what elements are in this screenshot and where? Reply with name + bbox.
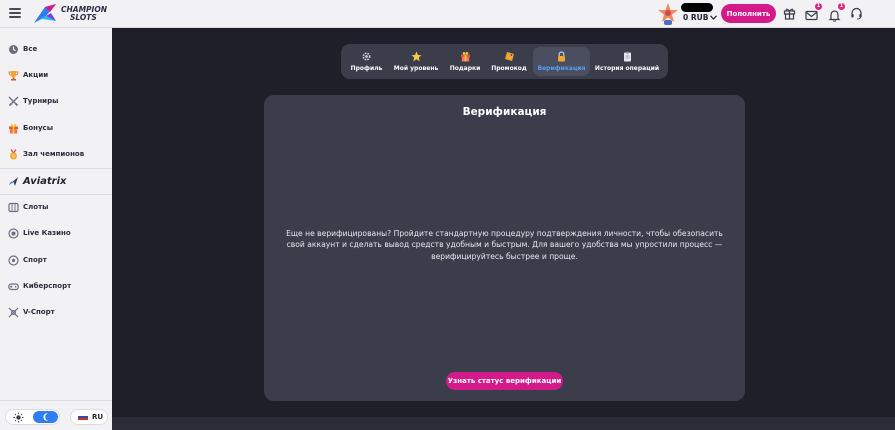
profile-tabs: Профиль Мой уровень Подарки Промокод Вер…: [341, 44, 668, 79]
chevron-down-icon: [710, 15, 718, 20]
sidebar-bottom-bar: RU: [0, 400, 112, 430]
sidebar-item-label: Киберспорт: [23, 282, 72, 290]
sidebar-item-slots[interactable]: Слоты: [0, 197, 112, 217]
sidebar-item-esports[interactable]: Киберспорт: [0, 276, 112, 296]
verification-description: Еще не верифицированы? Пройдите стандарт…: [286, 229, 723, 261]
gear-icon: [362, 52, 371, 61]
sidebar-item-label: V-Спорт: [23, 308, 55, 316]
trophy-icon: [8, 70, 19, 80]
sidebar-divider: [0, 168, 112, 169]
tab-label: Промокод: [491, 65, 527, 72]
mail-icon: [805, 10, 818, 21]
main-footer-strip: [112, 417, 895, 430]
tab-label: Профиль: [350, 65, 383, 72]
sun-icon: [13, 412, 24, 423]
tab-gifts[interactable]: Подарки: [447, 47, 483, 76]
balance-value: 0 RUB: [683, 13, 709, 22]
tab-my-level[interactable]: Мой уровень: [391, 47, 441, 76]
medal-icon: [10, 148, 17, 159]
logo-star-icon: [34, 4, 56, 23]
sidebar-item-aviatrix[interactable]: Aviatrix: [0, 171, 112, 191]
logo-text-line2: SLOTS: [70, 13, 97, 22]
star-icon: [411, 51, 421, 62]
sidebar-item-label: Все: [23, 45, 38, 53]
dark-mode-active: [33, 411, 58, 423]
clock-icon: [9, 44, 18, 54]
sidebar-item-label: Слоты: [23, 203, 49, 211]
plane-icon: [9, 176, 18, 186]
notifications-button[interactable]: 1: [828, 3, 845, 22]
sidebar: Все Акции Турниры Бонусы Зал чемпионов A…: [0, 28, 112, 430]
sidebar-item-v-sport[interactable]: V-Спорт: [0, 302, 112, 322]
tab-promocode[interactable]: Промокод: [489, 47, 529, 76]
support-headset-icon[interactable]: [850, 7, 863, 20]
sidebar-item-label: Live Казино: [23, 229, 71, 237]
user-avatar-icon[interactable]: [658, 2, 678, 26]
sidebar-item-all[interactable]: Все: [0, 39, 112, 59]
username-redacted: [681, 3, 713, 12]
clipboard-icon: [623, 51, 631, 62]
tab-verification[interactable]: Верификация: [533, 47, 590, 76]
tab-operations-history[interactable]: История операций: [594, 47, 660, 76]
logo[interactable]: CHAMPION SLOTS: [32, 3, 107, 25]
theme-toggle[interactable]: [5, 409, 60, 425]
check-verification-status-button[interactable]: Узнать статус верификации: [446, 372, 563, 390]
chip-icon: [8, 227, 19, 239]
russia-flag-icon: [78, 413, 88, 421]
sidebar-item-hall-of-champions[interactable]: Зал чемпионов: [0, 144, 112, 164]
lock-icon: [558, 51, 565, 62]
tab-label: Подарки: [449, 65, 481, 72]
sidebar-item-label: Зал чемпионов: [23, 150, 85, 158]
gamepad-icon: [8, 282, 19, 290]
sidebar-item-live-casino[interactable]: Live Казино: [0, 223, 112, 243]
sidebar-item-label: Бонусы: [23, 124, 54, 132]
sidebar-divider: [0, 194, 112, 195]
gift-icon[interactable]: [783, 7, 796, 20]
menu-burger-icon[interactable]: [9, 8, 21, 18]
tab-label: Верификация: [537, 65, 586, 72]
bell-icon: [828, 10, 841, 22]
sidebar-item-label: Акции: [23, 71, 49, 79]
bell-badge: 1: [838, 3, 845, 10]
sidebar-item-promotions[interactable]: Акции: [0, 65, 112, 85]
top-header: CHAMPION SLOTS 0 RUB Пополнить 1 1: [0, 0, 895, 28]
gift-icon: [460, 52, 470, 62]
sidebar-item-label: Спорт: [23, 256, 47, 264]
mail-badge: 1: [815, 3, 822, 10]
language-selector[interactable]: RU: [70, 409, 108, 425]
slots-icon: [8, 202, 19, 212]
v-sport-icon: [8, 307, 19, 317]
language-code: RU: [92, 413, 104, 421]
aviatrix-logo-text: Aviatrix: [23, 175, 67, 187]
panel-title: Верификация: [462, 106, 547, 118]
balance-dropdown[interactable]: 0 RUB: [683, 13, 718, 22]
sidebar-item-label: Турниры: [23, 97, 59, 105]
swords-icon: [8, 96, 19, 106]
sidebar-item-tournaments[interactable]: Турниры: [0, 91, 112, 111]
moon-icon: [43, 413, 48, 421]
tab-label: История операций: [594, 65, 660, 72]
ball-icon: [8, 254, 19, 266]
deposit-button[interactable]: Пополнить: [721, 4, 776, 23]
gift-icon: [9, 123, 18, 133]
tab-profile[interactable]: Профиль: [346, 47, 387, 76]
verification-panel: Верификация Еще не верифицированы? Пройд…: [264, 95, 745, 401]
mail-button[interactable]: 1: [805, 3, 822, 21]
sidebar-item-bonuses[interactable]: Бонусы: [0, 118, 112, 138]
tab-label: Мой уровень: [393, 65, 439, 72]
sidebar-item-sport[interactable]: Спорт: [0, 250, 112, 270]
ticket-icon: [504, 52, 514, 61]
